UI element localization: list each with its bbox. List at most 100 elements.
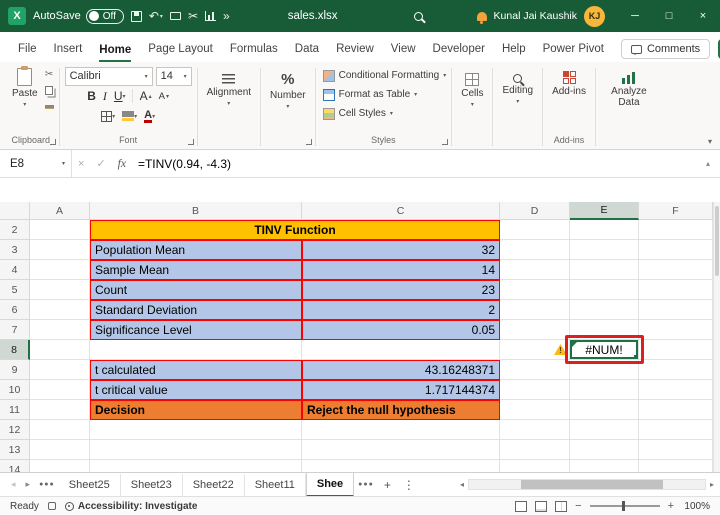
col-header-E[interactable]: E [570, 202, 639, 220]
cell-F2[interactable] [639, 220, 713, 240]
row-header-6[interactable]: 6 [0, 300, 30, 320]
horizontal-scrollbar-track[interactable] [468, 479, 706, 490]
cell-E2[interactable] [570, 220, 639, 240]
row-header-12[interactable]: 12 [0, 420, 30, 440]
tab-power-pivot[interactable]: Power Pivot [543, 43, 604, 62]
row-header-7[interactable]: 7 [0, 320, 30, 340]
cell-D2[interactable] [500, 220, 570, 240]
cell-styles-button[interactable]: Cell Styles ▾ [321, 104, 447, 123]
copy-button[interactable] [45, 84, 54, 97]
cell-A12[interactable] [30, 420, 90, 440]
search-button[interactable] [414, 12, 423, 21]
horizontal-scrollbar-thumb[interactable] [521, 480, 663, 489]
cell-C6[interactable]: 2 [302, 300, 500, 320]
cell-E10[interactable] [570, 380, 639, 400]
cut-quick-button[interactable]: ✂ [188, 9, 198, 23]
cell-B13[interactable] [90, 440, 302, 460]
editing-button[interactable]: Editing ▾ [498, 66, 537, 107]
row-header-10[interactable]: 10 [0, 380, 30, 400]
zoom-level[interactable]: 100% [682, 501, 710, 512]
cell-D10[interactable] [500, 380, 570, 400]
borders-button[interactable]: ▾ [98, 110, 119, 123]
col-header-F[interactable]: F [639, 202, 713, 220]
formula-bar-expand-icon[interactable]: ▴ [696, 159, 720, 168]
increase-font-button[interactable]: A▴ [136, 88, 155, 104]
close-button[interactable]: × [686, 0, 720, 32]
cell-B7[interactable]: Significance Level [90, 320, 302, 340]
cell-A13[interactable] [30, 440, 90, 460]
cell-E13[interactable] [570, 440, 639, 460]
cell-D8[interactable] [500, 340, 570, 360]
cell-C12[interactable] [302, 420, 500, 440]
cell-C7[interactable]: 0.05 [302, 320, 500, 340]
tab-home[interactable]: Home [99, 44, 131, 63]
cell-B6[interactable]: Standard Deviation [90, 300, 302, 320]
cell-D4[interactable] [500, 260, 570, 280]
col-header-D[interactable]: D [500, 202, 570, 220]
cell-D7[interactable] [500, 320, 570, 340]
vertical-scrollbar[interactable] [713, 202, 720, 472]
cell-E14[interactable] [570, 460, 639, 472]
cell-C14[interactable] [302, 460, 500, 472]
maximize-button[interactable]: □ [652, 0, 686, 32]
more-commands-button[interactable]: » [223, 9, 230, 23]
cell-A5[interactable] [30, 280, 90, 300]
cell-F13[interactable] [639, 440, 713, 460]
decrease-font-button[interactable]: A▾ [155, 90, 172, 103]
cell-A6[interactable] [30, 300, 90, 320]
cell-B9[interactable]: t calculated [90, 360, 302, 380]
autosave-toggle[interactable]: AutoSave Off [33, 9, 124, 24]
row-header-14[interactable]: 14 [0, 460, 30, 472]
zoom-out-button[interactable]: − [575, 500, 581, 512]
comments-button[interactable]: Comments [621, 39, 710, 59]
print-button[interactable] [170, 12, 181, 20]
cell-C11[interactable]: Reject the null hypothesis [302, 400, 500, 420]
cell-F12[interactable] [639, 420, 713, 440]
cell-C10[interactable]: 1.717144374 [302, 380, 500, 400]
cell-D13[interactable] [500, 440, 570, 460]
chart-quick-button[interactable] [205, 11, 216, 21]
tab-developer[interactable]: Developer [433, 43, 485, 62]
font-size-select[interactable]: 14▾ [156, 67, 192, 86]
col-header-B[interactable]: B [90, 202, 302, 220]
number-dialog-launcher[interactable] [306, 139, 312, 145]
cell-E5[interactable] [570, 280, 639, 300]
cell-B11[interactable]: Decision [90, 400, 302, 420]
cell-D6[interactable] [500, 300, 570, 320]
ribbon-collapse-chevron[interactable]: ▾ [708, 137, 712, 146]
cell-B4[interactable]: Sample Mean [90, 260, 302, 280]
cell-B14[interactable] [90, 460, 302, 472]
name-box[interactable]: E8 ▾ [0, 150, 72, 177]
cell-F8[interactable] [639, 340, 713, 360]
macro-record-icon[interactable] [48, 502, 56, 510]
formula-input[interactable]: =TINV(0.94, -4.3) [132, 157, 696, 171]
row-header-2[interactable]: 2 [0, 220, 30, 240]
tab-review[interactable]: Review [336, 43, 374, 62]
cell-B3[interactable]: Population Mean [90, 240, 302, 260]
row-header-8[interactable]: 8 [0, 340, 30, 360]
styles-dialog-launcher[interactable] [442, 139, 448, 145]
font-name-select[interactable]: Calibri▾ [65, 67, 153, 86]
row-header-5[interactable]: 5 [0, 280, 30, 300]
sheet-nav-left-button[interactable]: ◂ [6, 479, 21, 490]
hidden-sheets-right-icon[interactable]: ●●● [354, 481, 378, 488]
bold-button[interactable]: B [84, 88, 100, 104]
cell-F14[interactable] [639, 460, 713, 472]
cell-D3[interactable] [500, 240, 570, 260]
cell-F3[interactable] [639, 240, 713, 260]
sheet-tab-active[interactable]: Shee [306, 473, 354, 497]
sheet-nav-right-button[interactable]: ▸ [21, 479, 36, 490]
cell-F6[interactable] [639, 300, 713, 320]
scroll-right-arrow[interactable]: ▸ [708, 480, 716, 489]
cell-E9[interactable] [570, 360, 639, 380]
cell-B5[interactable]: Count [90, 280, 302, 300]
cell-A7[interactable] [30, 320, 90, 340]
scroll-left-arrow[interactable]: ◂ [458, 480, 466, 489]
insert-function-button[interactable]: fx [112, 158, 132, 170]
minimize-button[interactable]: ─ [618, 0, 652, 32]
cell-F11[interactable] [639, 400, 713, 420]
cell-A10[interactable] [30, 380, 90, 400]
cell-A9[interactable] [30, 360, 90, 380]
cell-B2-C2-title[interactable]: TINV Function [90, 220, 500, 240]
cell-B10[interactable]: t critical value [90, 380, 302, 400]
